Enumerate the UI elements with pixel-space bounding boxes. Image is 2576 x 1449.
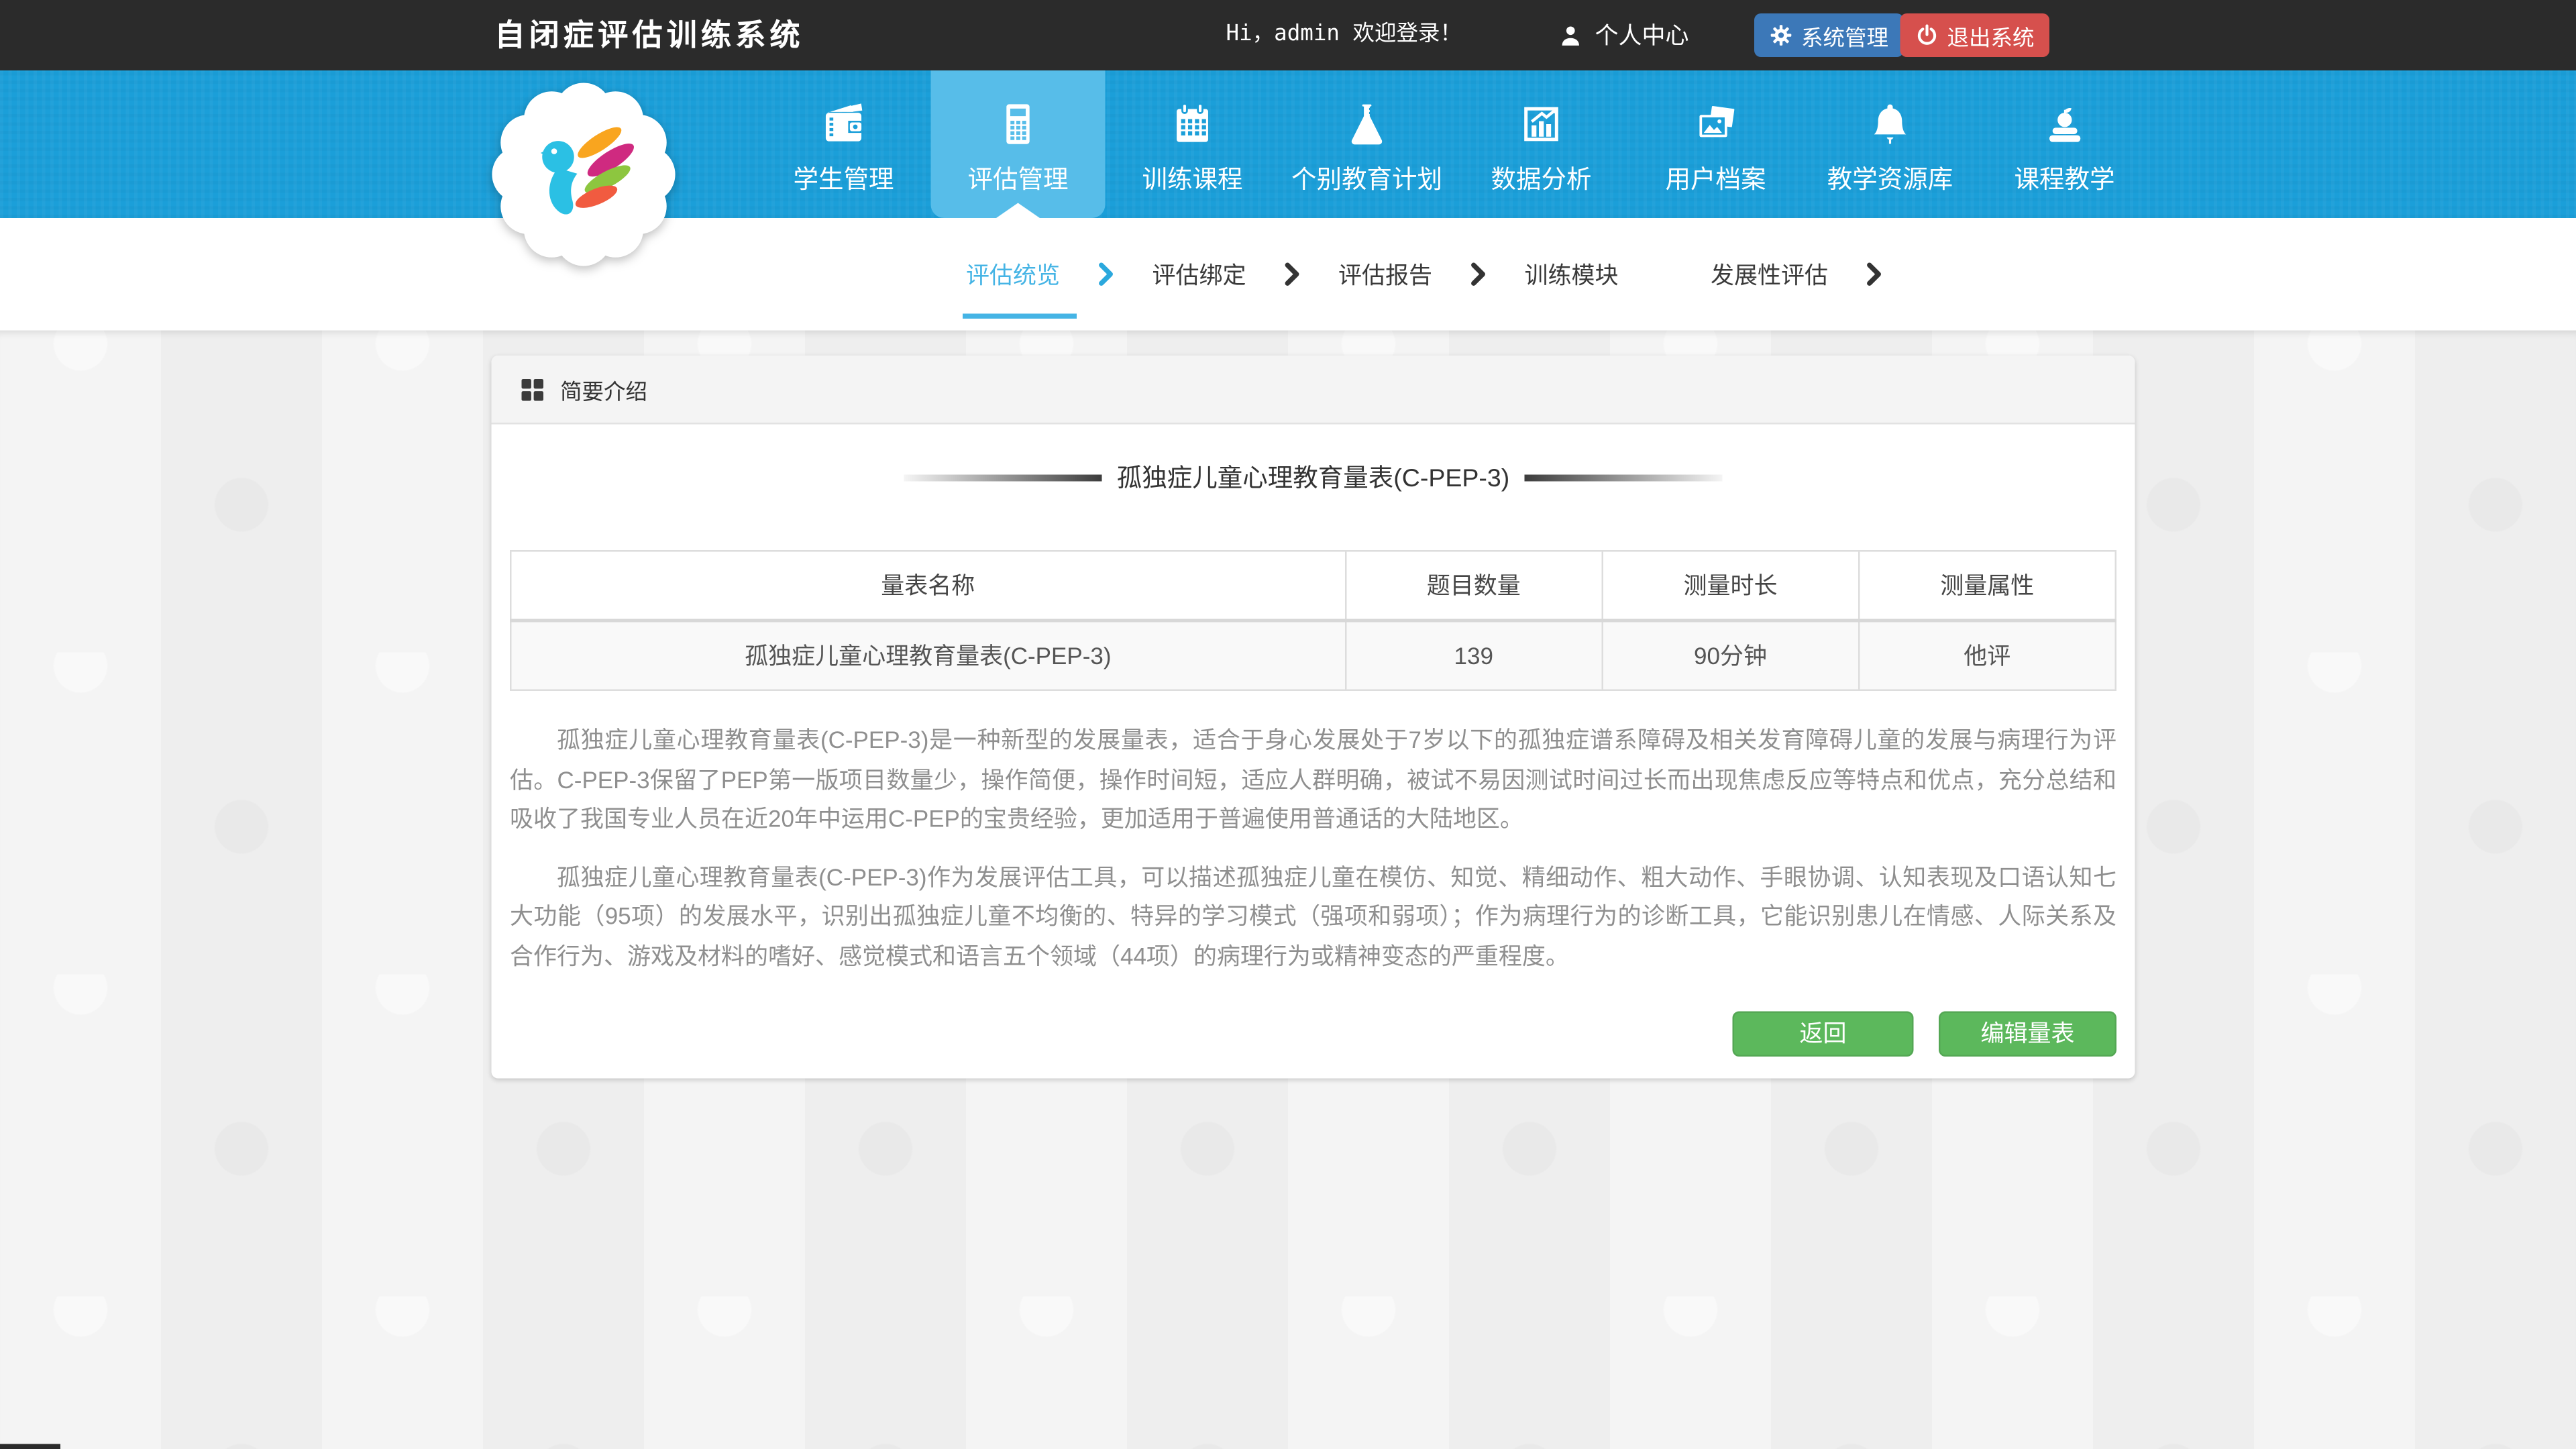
- edit-scale-button[interactable]: 编辑量表: [1939, 1010, 2116, 1056]
- cell-scale-name: 孤独症儿童心理教育量表(C-PEP-3): [511, 621, 1345, 690]
- chevron-right-icon: [1283, 262, 1302, 287]
- gear-icon: [1770, 23, 1793, 47]
- system-admin-button[interactable]: 系统管理: [1754, 13, 1904, 57]
- grid-squares-icon: [522, 378, 544, 400]
- app-title: 自闭症评估训练系统: [495, 0, 804, 70]
- cell-question-count: 139: [1345, 621, 1602, 690]
- cell-duration: 90分钟: [1602, 621, 1859, 690]
- main-nav: 学生管理 评估管理 训练课程 个别教育计划 数据分析 用户档案: [0, 70, 2576, 218]
- nav-item-resource-library[interactable]: 教学资源库: [1803, 70, 1978, 218]
- photos-icon: [1690, 99, 1741, 150]
- chevron-right-icon: [1469, 262, 1488, 287]
- back-button[interactable]: 返回: [1733, 1010, 1914, 1056]
- scale-info-table: 量表名称 题目数量 测量时长 测量属性 孤独症儿童心理教育量表(C-PEP-3)…: [510, 550, 2116, 691]
- bar-chart-icon: [1516, 99, 1566, 150]
- calculator-icon: [993, 99, 1043, 150]
- subnav-item-overview[interactable]: 评估统览: [966, 258, 1060, 291]
- card-title: 简要介绍: [560, 373, 647, 405]
- decorative-line-right: [1525, 474, 1723, 480]
- scale-title-row: 孤独症儿童心理教育量表(C-PEP-3): [510, 460, 2116, 495]
- profile-label: 个人中心: [1595, 19, 1689, 52]
- cell-rater-type: 他评: [1859, 621, 2116, 690]
- books-icon: [2039, 99, 2090, 150]
- description-paragraph-1: 孤独症儿童心理教育量表(C-PEP-3)是一种新型的发展量表，适合于身心发展处于…: [510, 721, 2116, 840]
- subnav-item-developmental[interactable]: 发展性评估: [1711, 258, 1828, 291]
- nav-item-assessment[interactable]: 评估管理: [931, 70, 1106, 218]
- sub-nav: 评估统览 评估绑定 评估报告 训练模块 发展性评估: [0, 218, 2576, 331]
- content-area: 简要介绍 孤独症儿童心理教育量表(C-PEP-3) 量表名称 题目数量 测量时长…: [0, 331, 2576, 1449]
- nav-item-data-analysis[interactable]: 数据分析: [1454, 70, 1629, 218]
- col-header-scale-name: 量表名称: [511, 551, 1345, 621]
- logout-label: 退出系统: [1947, 19, 2035, 52]
- calendar-icon: [1167, 99, 1218, 150]
- user-icon: [1558, 23, 1584, 48]
- scale-title: 孤独症儿童心理教育量表(C-PEP-3): [1117, 460, 1509, 495]
- nav-item-students[interactable]: 学生管理: [757, 70, 931, 218]
- active-tab-notch: [996, 203, 1040, 219]
- greeting-text: Hi，admin 欢迎登录！: [1226, 0, 1462, 70]
- nav-item-user-files[interactable]: 用户档案: [1629, 70, 1803, 218]
- button-row: 返回 编辑量表: [510, 1010, 2116, 1056]
- chevron-right-icon: [1865, 262, 1884, 287]
- decorative-line-left: [904, 474, 1102, 480]
- intro-card: 简要介绍 孤独症儿童心理教育量表(C-PEP-3) 量表名称 题目数量 测量时长…: [492, 356, 2135, 1077]
- flask-icon: [1342, 99, 1392, 150]
- card-body: 孤独症儿童心理教育量表(C-PEP-3) 量表名称 题目数量 测量时长 测量属性: [492, 460, 2135, 1077]
- system-admin-label: 系统管理: [1801, 19, 1888, 52]
- subnav-item-training-module[interactable]: 训练模块: [1525, 258, 1619, 291]
- description-paragraph-2: 孤独症儿童心理教育量表(C-PEP-3)作为发展评估工具，可以描述孤独症儿童在模…: [510, 858, 2116, 977]
- nav-item-course-teaching[interactable]: 课程教学: [1978, 70, 2152, 218]
- table-row: 孤独症儿童心理教育量表(C-PEP-3) 139 90分钟 他评: [511, 621, 2116, 690]
- profile-link[interactable]: 个人中心: [1558, 0, 1689, 70]
- top-bar: 自闭症评估训练系统 Hi，admin 欢迎登录！ 个人中心 系统管理 退出系统: [0, 0, 2576, 70]
- card-header: 简要介绍: [492, 356, 2135, 425]
- col-header-duration: 测量时长: [1602, 551, 1859, 621]
- bird-cloud-logo: [488, 74, 680, 275]
- nav-item-training-course[interactable]: 训练课程: [1106, 70, 1280, 218]
- subnav-item-binding[interactable]: 评估绑定: [1152, 258, 1246, 291]
- page: 自闭症评估训练系统 Hi，admin 欢迎登录！ 个人中心 系统管理 退出系统 …: [0, 0, 2576, 1449]
- chevron-right-icon: [1097, 262, 1116, 287]
- subnav-item-report[interactable]: 评估报告: [1338, 258, 1432, 291]
- wallet-icon: [818, 99, 869, 150]
- bell-icon: [1865, 99, 1915, 150]
- table-header-row: 量表名称 题目数量 测量时长 测量属性: [511, 551, 2116, 621]
- footer-edge: [0, 1444, 60, 1449]
- col-header-attribute: 测量属性: [1859, 551, 2116, 621]
- nav-item-iep[interactable]: 个别教育计划: [1280, 70, 1454, 218]
- nav-items: 学生管理 评估管理 训练课程 个别教育计划 数据分析 用户档案: [757, 70, 2152, 218]
- power-icon: [1915, 23, 1939, 47]
- logout-button[interactable]: 退出系统: [1900, 13, 2050, 57]
- col-header-question-count: 题目数量: [1345, 551, 1602, 621]
